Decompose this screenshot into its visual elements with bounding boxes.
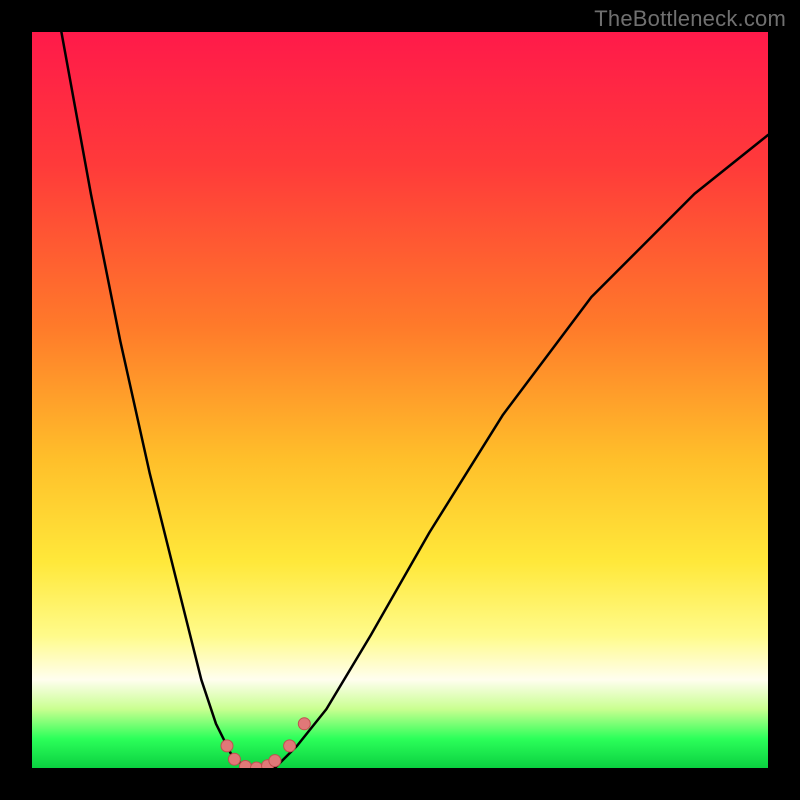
chart-svg: [32, 32, 768, 768]
bottleneck-curve: [61, 32, 768, 768]
dot-7: [284, 740, 296, 752]
chart-frame: TheBottleneck.com: [0, 0, 800, 800]
dot-3: [239, 761, 251, 769]
dot-8: [298, 718, 310, 730]
watermark-text: TheBottleneck.com: [594, 6, 786, 32]
curve-dots: [221, 718, 310, 768]
dot-2: [228, 753, 240, 765]
dot-1: [221, 740, 233, 752]
dot-6: [269, 755, 281, 767]
curve-path: [61, 32, 768, 768]
dot-4: [251, 762, 263, 768]
plot-area: [32, 32, 768, 768]
